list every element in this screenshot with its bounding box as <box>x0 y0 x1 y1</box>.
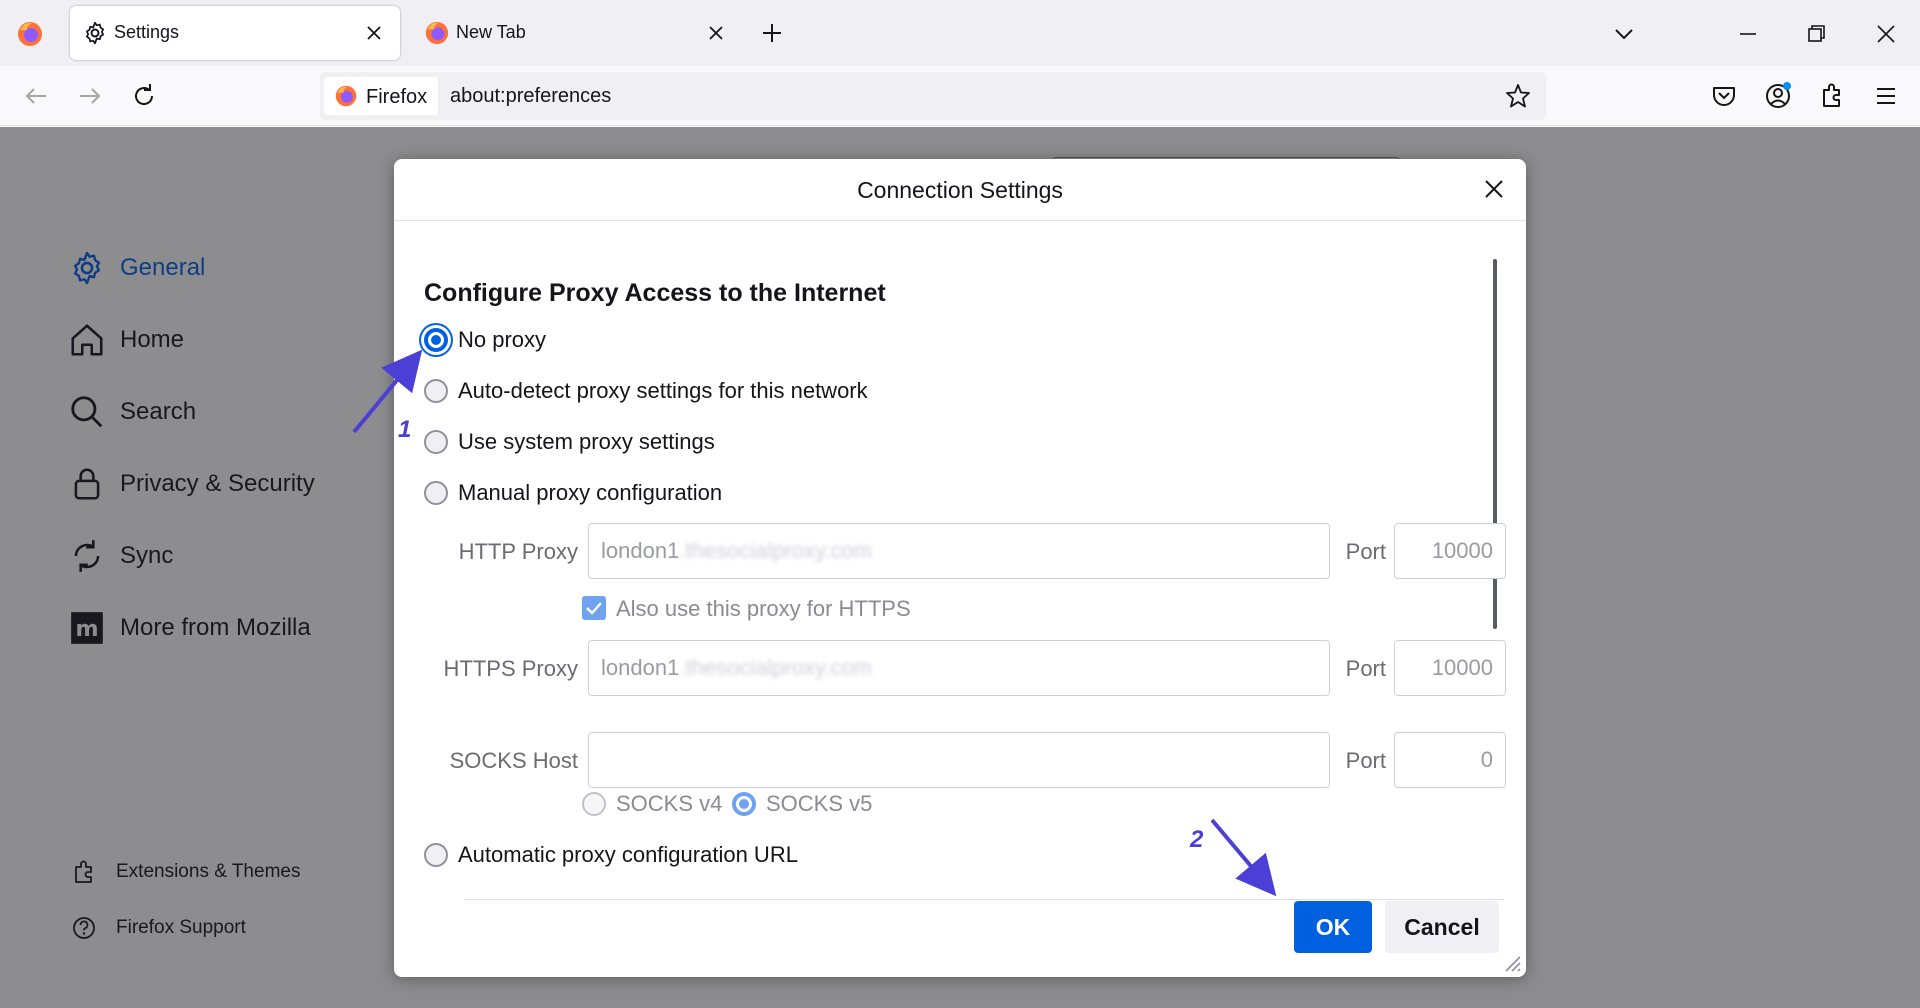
socks-v5-option[interactable]: SOCKS v5 <box>732 787 872 821</box>
socks-host-label: SOCKS Host <box>449 748 578 773</box>
minimize-icon[interactable] <box>1734 20 1762 48</box>
close-tab-icon[interactable] <box>704 21 728 45</box>
manual-proxy-radio[interactable] <box>424 481 448 505</box>
also-https-checkbox[interactable] <box>582 596 606 620</box>
auto-proxy-url-radio[interactable] <box>424 843 448 867</box>
identity-box[interactable]: Firefox <box>324 77 438 115</box>
gear-icon <box>86 21 104 45</box>
no-proxy-label: No proxy <box>458 327 547 352</box>
list-all-tabs-chevron-icon[interactable] <box>1610 20 1638 48</box>
reload-icon[interactable] <box>128 80 160 112</box>
no-proxy-radio[interactable] <box>424 328 448 352</box>
tab-title: New Tab <box>456 22 526 42</box>
back-arrow-icon[interactable] <box>20 80 52 112</box>
auto-proxy-url-label: Automatic proxy configuration URL <box>458 842 798 867</box>
system-proxy-label: Use system proxy settings <box>458 429 715 454</box>
url-bar[interactable]: Firefox about:preferences <box>320 72 1546 120</box>
dialog-divider <box>464 899 1504 900</box>
auto-detect-radio[interactable] <box>424 379 448 403</box>
manual-proxy-label: Manual proxy configuration <box>458 480 723 505</box>
annotation-number-2: 2 <box>1190 826 1204 853</box>
restore-icon[interactable] <box>1802 20 1830 48</box>
new-tab-plus-icon[interactable] <box>758 19 786 47</box>
https-port-input[interactable]: 10000 <box>1394 640 1506 696</box>
firefox-menu-icon[interactable] <box>16 20 44 48</box>
socks-v4-option[interactable]: SOCKS v4 <box>582 787 722 821</box>
socks-v5-label: SOCKS v5 <box>766 791 873 816</box>
tab-strip: Settings New Tab <box>0 0 1920 66</box>
socks-port-label: Port <box>1345 748 1386 773</box>
http-port-label: Port <box>1345 539 1386 564</box>
extensions-puzzle-icon[interactable] <box>1816 80 1848 112</box>
tab-title: Settings <box>114 22 180 42</box>
ok-button[interactable]: OK <box>1294 901 1372 953</box>
firefox-logo-icon <box>425 21 449 45</box>
auto-detect-option[interactable]: Auto-detect proxy settings for this netw… <box>424 374 868 408</box>
auto-detect-label: Auto-detect proxy settings for this netw… <box>458 378 868 403</box>
account-icon[interactable] <box>1762 80 1794 112</box>
http-proxy-label: HTTP Proxy <box>458 539 578 564</box>
http-proxy-value-redacted: .thesocialproxy.com <box>679 538 873 563</box>
manual-proxy-option[interactable]: Manual proxy configuration <box>424 476 722 510</box>
url-text[interactable]: about:preferences <box>450 85 611 108</box>
no-proxy-option[interactable]: No proxy <box>424 323 546 357</box>
https-port-label: Port <box>1345 656 1386 681</box>
system-proxy-option[interactable]: Use system proxy settings <box>424 425 715 459</box>
system-proxy-radio[interactable] <box>424 430 448 454</box>
firefox-logo-icon <box>335 85 357 107</box>
cancel-button[interactable]: Cancel <box>1385 901 1499 953</box>
close-tab-icon[interactable] <box>362 21 386 45</box>
https-proxy-label: HTTPS Proxy <box>443 656 578 681</box>
resize-grip-icon[interactable] <box>1500 951 1522 973</box>
tab-settings[interactable]: Settings <box>70 6 400 60</box>
forward-arrow-icon[interactable] <box>74 80 106 112</box>
https-proxy-value-redacted: .thesocialproxy.com <box>679 655 873 680</box>
auto-proxy-url-option[interactable]: Automatic proxy configuration URL <box>424 838 798 872</box>
identity-label: Firefox <box>366 86 428 108</box>
hamburger-menu-icon[interactable] <box>1870 80 1902 112</box>
socks-v4-radio[interactable] <box>582 792 606 816</box>
pocket-icon[interactable] <box>1708 80 1740 112</box>
socks-port-input[interactable]: 0 <box>1394 732 1506 788</box>
window-close-icon[interactable] <box>1872 20 1900 48</box>
dialog-header: Connection Settings <box>394 159 1526 221</box>
also-https-label: Also use this proxy for HTTPS <box>616 596 911 621</box>
section-title: Configure Proxy Access to the Internet <box>424 279 886 307</box>
socks-host-input[interactable] <box>588 732 1330 788</box>
close-icon[interactable] <box>1478 173 1510 205</box>
bookmark-star-icon[interactable] <box>1504 82 1532 110</box>
dialog-title: Connection Settings <box>857 177 1063 203</box>
annotation-number-1: 1 <box>398 416 412 443</box>
navigation-toolbar: Firefox about:preferences <box>0 66 1920 126</box>
socks-v5-radio[interactable] <box>732 792 756 816</box>
http-port-input[interactable]: 10000 <box>1394 523 1506 579</box>
http-proxy-value: london1 <box>601 538 680 563</box>
https-proxy-value: london1 <box>601 655 680 680</box>
tab-new-tab[interactable]: New Tab <box>412 6 742 60</box>
checkmark-icon <box>586 602 602 615</box>
https-proxy-input[interactable]: london1.thesocialproxy.com <box>588 640 1330 696</box>
socks-v4-label: SOCKS v4 <box>616 791 723 816</box>
http-proxy-input[interactable]: london1.thesocialproxy.com <box>588 523 1330 579</box>
connection-settings-dialog: Connection Settings Configure Proxy Acce… <box>394 159 1526 977</box>
